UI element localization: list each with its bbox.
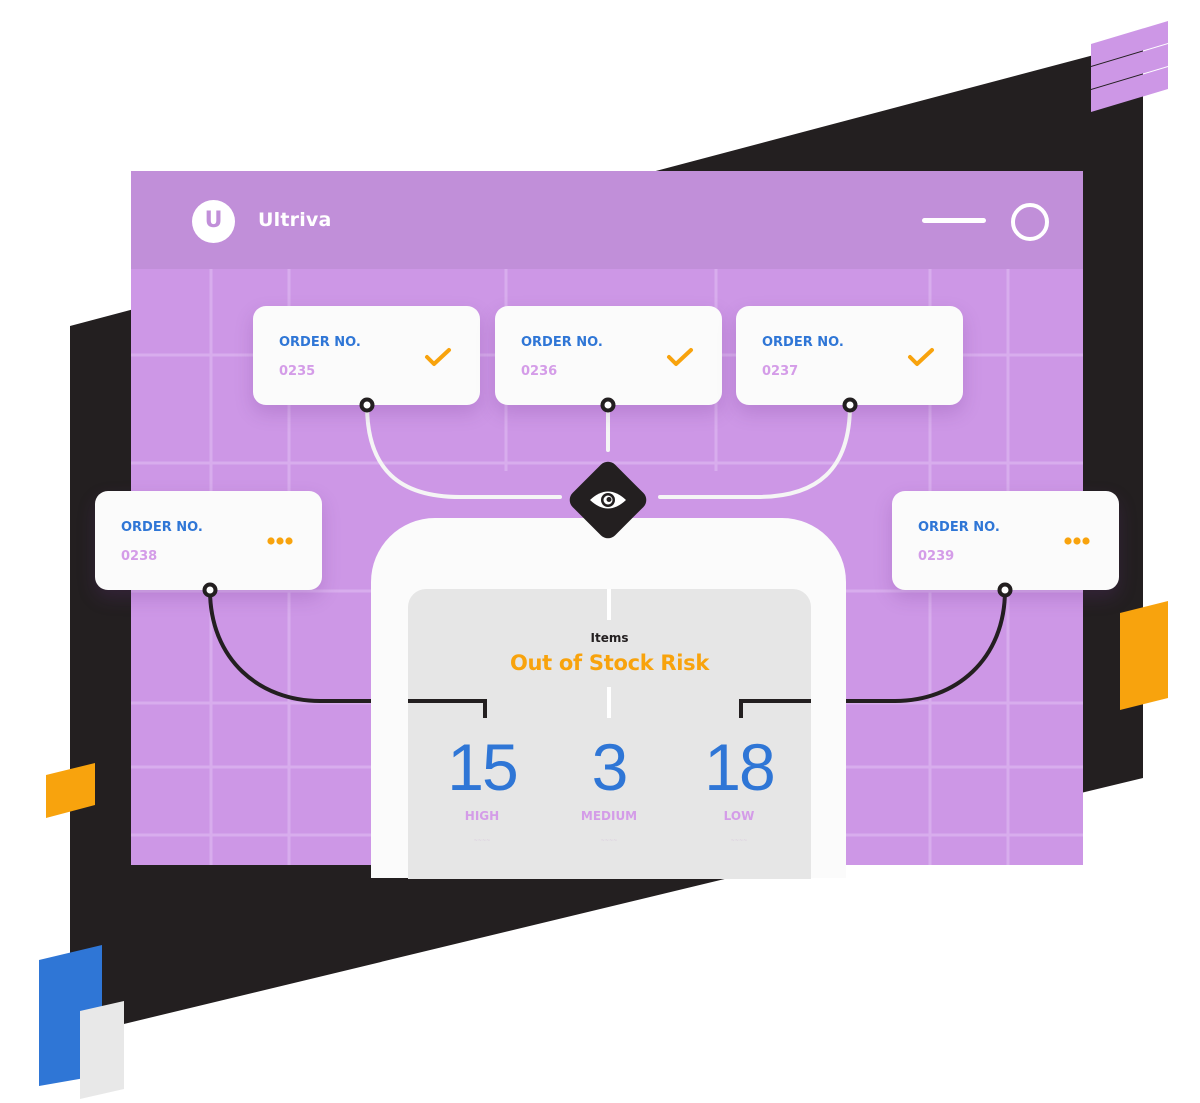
- order-number: 0239: [918, 549, 955, 564]
- checkmark-icon: [908, 348, 934, 366]
- metric-sub-low: ~~~~: [730, 838, 748, 844]
- minimize-icon[interactable]: [922, 218, 986, 223]
- order-card-0238[interactable]: ORDER NO. 0238: [95, 491, 322, 590]
- order-card-0235[interactable]: ORDER NO. 0235: [253, 306, 480, 405]
- items-label: Items: [590, 631, 629, 645]
- order-number: 0238: [121, 549, 158, 564]
- ultriva-logo-icon: U: [192, 200, 235, 243]
- order-label: ORDER NO.: [279, 335, 361, 350]
- order-label: ORDER NO.: [121, 520, 203, 535]
- maximize-icon[interactable]: [1011, 203, 1049, 241]
- orange-block-right: [1120, 601, 1168, 710]
- grey-block: [80, 1001, 124, 1099]
- order-label: ORDER NO.: [521, 335, 603, 350]
- metric-value-low: 18: [704, 730, 775, 804]
- out-of-stock-risk-title: Out of Stock Risk: [509, 651, 710, 675]
- order-card-0239[interactable]: ORDER NO. 0239: [892, 491, 1119, 590]
- checkmark-icon: [425, 348, 451, 366]
- logo-letter: U: [204, 207, 223, 233]
- checkmark-icon: [667, 348, 693, 366]
- order-number: 0235: [279, 364, 316, 379]
- ellipsis-icon: [267, 537, 293, 545]
- metric-label-medium: MEDIUM: [580, 809, 638, 823]
- metric-label-low: LOW: [723, 809, 755, 823]
- app-header: U Ultriva: [131, 171, 1083, 269]
- order-label: ORDER NO.: [762, 335, 844, 350]
- order-card-0237[interactable]: ORDER NO. 0237: [736, 306, 963, 405]
- order-number: 0236: [521, 364, 558, 379]
- metric-value-medium: 3: [591, 730, 629, 804]
- eye-hub-button[interactable]: [557, 449, 659, 551]
- order-number: 0237: [762, 364, 799, 379]
- app-title: Ultriva: [258, 209, 332, 231]
- metric-sub-medium: ~~~~: [600, 838, 618, 844]
- order-label: ORDER NO.: [918, 520, 1000, 535]
- order-card-0236[interactable]: ORDER NO. 0236: [495, 306, 722, 405]
- ellipsis-icon: [1064, 537, 1090, 545]
